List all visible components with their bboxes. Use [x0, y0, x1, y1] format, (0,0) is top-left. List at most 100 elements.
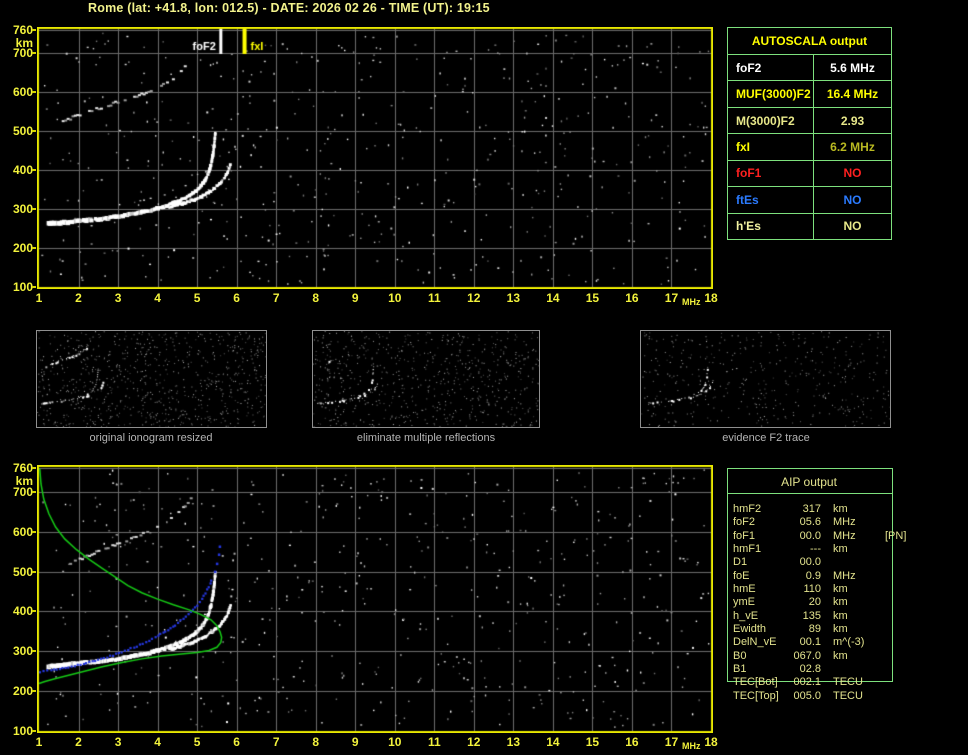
x-tick-label: 8 — [312, 735, 320, 749]
param-value: 317 — [802, 503, 821, 515]
x-tick-label: 12 — [467, 291, 481, 305]
y-tick-mark — [32, 730, 36, 732]
profile-ionogram-plot — [37, 465, 713, 733]
x-axis-unit: MHz — [681, 297, 701, 307]
y-tick-label: 200 — [12, 684, 33, 699]
aip-row: TEC[Bot] 002.1 TECU — [733, 676, 903, 689]
x-tick-label: 6 — [233, 291, 240, 305]
y-axis-unit: km — [15, 36, 33, 50]
x-tick-label: 18 — [704, 735, 718, 749]
x-tick-label: 3 — [114, 735, 122, 749]
x-tick-label: 12 — [467, 735, 481, 749]
param-unit: MHz — [833, 529, 856, 542]
y-tick-mark — [32, 247, 36, 250]
param-label: B1 — [733, 663, 747, 676]
x-tick-label: 5 — [193, 291, 201, 305]
x-tick-label: 5 — [193, 735, 201, 749]
x-tick-label: 10 — [388, 735, 402, 749]
x-tick-label: 1 — [35, 735, 43, 749]
param-label: D1 — [733, 556, 748, 569]
thumbnail-caption: eliminate multiple reflections — [356, 432, 496, 444]
param-value: 135 — [802, 609, 821, 622]
y-tick-mark — [32, 91, 36, 94]
y-tick-mark — [32, 208, 36, 211]
x-tick-label: 11 — [427, 735, 441, 749]
param-label: hmF2 — [733, 503, 762, 515]
aip-row: DelN_vE 00.1 m^(-3) — [733, 636, 903, 649]
x-tick-label: 11 — [427, 291, 441, 305]
param-label: TEC[Top] — [733, 689, 779, 702]
aip-row: foF1 00.0 MHz [PN] — [733, 529, 906, 543]
param-label: hmF1 — [733, 543, 762, 556]
y-tick-mark — [32, 130, 36, 133]
row-label: M(3000)F2 — [728, 107, 814, 134]
row-value: NO — [843, 219, 862, 234]
aip-row: hmF1 --- km — [733, 543, 903, 556]
param-unit: MHz — [833, 569, 856, 582]
y-tick-label: 760 — [12, 23, 33, 37]
param-unit: km — [833, 503, 848, 515]
param-value: 20 — [808, 596, 821, 609]
thumbnail-evidence-f2-trace — [640, 330, 891, 428]
x-tick-label: 15 — [585, 291, 600, 305]
y-tick-mark — [32, 52, 36, 55]
table-row-muf3000f2: MUF(3000)F2 16.4 MHz — [728, 81, 891, 108]
y-tick-label: 300 — [12, 644, 33, 659]
x-tick-label: 15 — [585, 735, 600, 749]
table-row-fof1: foF1 NO — [728, 160, 891, 188]
row-label: h'Es — [728, 213, 814, 239]
row-value: NO — [843, 166, 862, 181]
param-unit: km — [833, 543, 848, 556]
param-value: 00.1 — [799, 636, 821, 649]
row-label: foF1 — [728, 160, 814, 187]
param-value: 110 — [803, 583, 821, 596]
aip-row: hmF2 317 km — [733, 503, 903, 516]
y-tick-label: 500 — [12, 124, 33, 139]
row-value: 6.2 MHz — [830, 139, 875, 154]
y-tick-label: 760 — [12, 461, 33, 475]
aip-row: Ewidth 89 km — [733, 623, 903, 636]
main-ionogram-plot — [37, 27, 713, 289]
table-row-m3000f2: M(3000)F2 2.93 — [728, 107, 891, 135]
y-tick-label: 600 — [12, 85, 33, 100]
param-unit: km — [833, 596, 848, 609]
y-tick-mark — [32, 530, 36, 533]
y-tick-label: 100 — [12, 280, 33, 294]
aip-row: hmE 110 km — [733, 583, 903, 596]
y-tick-label: 400 — [12, 604, 33, 619]
y-tick-mark — [32, 570, 36, 573]
x-tick-label: 6 — [233, 735, 240, 749]
param-value: 89 — [808, 623, 821, 636]
param-label: ymE — [733, 596, 755, 609]
x-tick-label: 4 — [154, 291, 161, 305]
param-unit: m^(-3) — [833, 636, 865, 649]
x-tick-label: 7 — [272, 735, 280, 749]
x-tick-label: 18 — [704, 291, 718, 305]
x-tick-label: 16 — [625, 291, 639, 305]
x-tick-label: 1 — [35, 291, 43, 305]
param-label: h_vE — [733, 609, 759, 622]
x-tick-label: 17 — [664, 735, 679, 749]
table-row-ftes: ftEs NO — [728, 187, 891, 214]
param-label: foF2 — [733, 516, 756, 529]
row-value: 5.6 MHz — [830, 60, 875, 75]
y-tick-label: 400 — [12, 163, 33, 178]
aip-row: D1 00.0 — [733, 556, 903, 569]
y-tick-mark — [32, 610, 36, 613]
param-unit — [833, 663, 877, 676]
param-unit: TECU — [833, 689, 863, 702]
param-unit: TECU — [833, 676, 863, 689]
row-label: MUF(3000)F2 — [728, 81, 814, 107]
table-row-hes: h'Es NO — [728, 213, 891, 239]
x-tick-label: 4 — [154, 735, 161, 749]
y-tick-label: 100 — [12, 724, 33, 738]
param-unit — [833, 556, 877, 569]
param-label: DelN_vE — [733, 636, 777, 649]
param-label: foF1 — [733, 529, 756, 542]
y-tick-mark — [32, 690, 36, 693]
x-tick-label: 13 — [506, 291, 521, 305]
row-label: foF2 — [728, 55, 814, 81]
param-value: 005.0 — [793, 689, 821, 702]
thumbnail-original-ionogram — [36, 330, 267, 428]
aip-table: hmF2 317 km foF2 05.6 MHz foF1 00.0 MHz [PN] hm… — [733, 503, 906, 703]
